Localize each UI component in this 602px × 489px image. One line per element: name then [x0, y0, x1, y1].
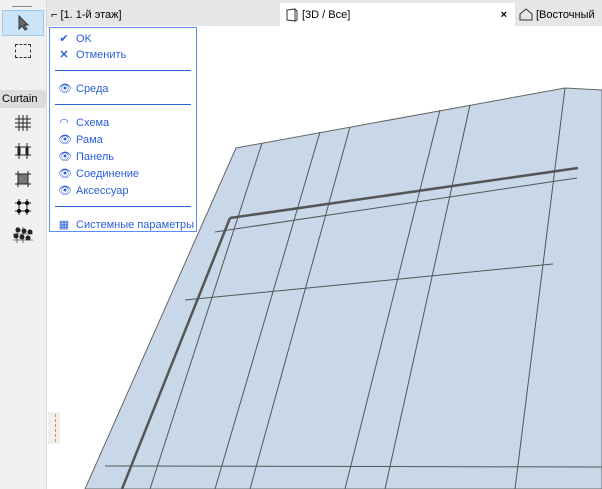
eye-icon: 👁 [58, 151, 72, 163]
close-tab-icon[interactable]: × [501, 9, 507, 21]
cube-icon [286, 7, 298, 22]
marquee-tool[interactable] [2, 38, 44, 64]
menu-panel[interactable]: 👁 Панель [58, 149, 114, 164]
divider [55, 104, 191, 105]
marquee-icon [15, 44, 31, 58]
tab-floor-plan[interactable]: ⌐ [1. 1-й этаж] [47, 3, 283, 26]
junction-tool[interactable] [2, 194, 44, 220]
eye-icon: 👁 [58, 83, 72, 95]
panel-icon [15, 171, 31, 187]
frame-tool[interactable] [2, 138, 44, 164]
tab-3d[interactable]: [3D / Все] × [280, 3, 515, 26]
accessory-icon [13, 227, 33, 243]
check-icon: ✔ [59, 33, 69, 45]
menu-environment[interactable]: 👁 Среда [58, 81, 108, 96]
grid-settings-icon: ▦ [58, 219, 70, 231]
eye-icon: 👁 [58, 168, 72, 180]
eye-icon: 👁 [58, 185, 72, 197]
grid-icon [15, 115, 31, 131]
arrow-icon [18, 15, 30, 31]
tab-elevation[interactable]: [Восточный [516, 3, 602, 26]
eye-icon: 👁 [58, 134, 72, 146]
grid-tool[interactable] [2, 110, 44, 136]
junction-icon [15, 199, 31, 215]
menu-junction[interactable]: 👁 Соединение [58, 166, 139, 181]
floor-plan-icon: ⌐ [51, 8, 58, 21]
menu-system-settings[interactable]: ▦ Системные параметры [58, 217, 194, 232]
dashed-marker-icon [55, 414, 56, 442]
visibility-menu: ✔ OK ✕ Отменить 👁 Среда ◠ Схема 👁 Рама 👁 Панел… [49, 27, 197, 232]
menu-ok[interactable]: ✔ OK [58, 31, 92, 46]
divider [55, 206, 191, 207]
curtain-wall-section[interactable]: Curtain [0, 90, 46, 108]
menu-accessory[interactable]: 👁 Аксессуар [58, 183, 129, 198]
x-icon: ✕ [59, 49, 69, 61]
house-icon [519, 8, 533, 21]
pet-palette-handle[interactable] [48, 412, 60, 444]
panel-tool[interactable] [2, 166, 44, 192]
frame-icon [15, 143, 31, 159]
tab-bar: ⌐ [1. 1-й этаж] [3D / Все] × [Восточный [47, 0, 602, 26]
accessory-tool[interactable] [2, 222, 44, 248]
menu-cancel[interactable]: ✕ Отменить [58, 47, 126, 62]
menu-frame[interactable]: 👁 Рама [58, 132, 103, 147]
divider [55, 70, 191, 71]
toolbox: Curtain [0, 0, 47, 489]
menu-scheme[interactable]: ◠ Схема [58, 115, 109, 130]
eye-closed-icon: ◠ [59, 117, 69, 129]
arrow-tool[interactable] [2, 10, 44, 36]
toolbox-grip[interactable] [12, 6, 32, 7]
